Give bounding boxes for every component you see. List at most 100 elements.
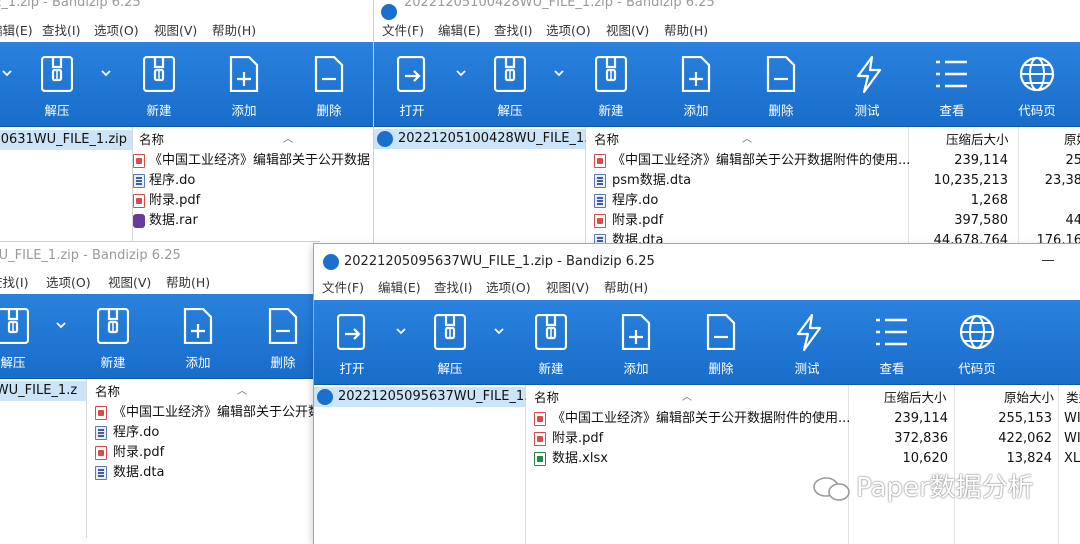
menu-find[interactable]: 查找(I) xyxy=(42,19,80,43)
menu-edit[interactable]: 编辑(E) xyxy=(378,276,421,300)
menu-view[interactable]: 视图(V) xyxy=(108,271,151,295)
open-button[interactable]: 打开 xyxy=(317,300,387,384)
delete-button[interactable]: 删除 xyxy=(746,42,816,126)
table-row[interactable]: 数据.xlsx 10,620 13,824 XL xyxy=(526,449,1080,469)
chevron-down-icon[interactable] xyxy=(56,322,66,329)
menu-options[interactable]: 选项(O) xyxy=(46,271,91,295)
test-button[interactable]: 测试 xyxy=(772,300,842,384)
menu-file[interactable]: 文件(F) xyxy=(322,276,364,300)
tree-archive-root[interactable]: 20221205095637WU_FILE_1.zip xyxy=(314,387,547,407)
menu-edit[interactable]: 编辑(E) xyxy=(0,19,33,43)
chevron-down-icon[interactable] xyxy=(101,70,111,77)
new-button[interactable]: 新建 xyxy=(516,300,586,384)
do-file-icon xyxy=(95,426,107,440)
file-name: 程序.do xyxy=(612,193,659,208)
column-packed-header[interactable]: 压缩后大小 xyxy=(946,129,1009,151)
menu-help[interactable]: 帮助(H) xyxy=(212,19,256,43)
list-item[interactable]: 程序.do xyxy=(133,171,380,191)
file-name: 数据.rar xyxy=(149,213,198,228)
add-button[interactable]: 添加 xyxy=(661,42,731,126)
menu-find[interactable]: 查找(I) xyxy=(434,276,472,300)
column-name-header[interactable]: 名称 xyxy=(534,387,559,409)
view-button[interactable]: 查看 xyxy=(917,42,987,126)
codepage-button[interactable]: 代码页 xyxy=(942,300,1012,384)
list-item[interactable]: 《中国工业经济》编辑部关于公开数据 xyxy=(87,403,320,423)
do-file-icon xyxy=(594,194,606,208)
lightning-icon xyxy=(856,56,882,94)
codepage-button[interactable]: 代码页 xyxy=(1002,42,1072,126)
menu-options[interactable]: 选项(O) xyxy=(546,19,591,43)
menu-options[interactable]: 选项(O) xyxy=(486,276,531,300)
list-item[interactable]: 附录.pdf xyxy=(87,443,320,463)
column-name-header[interactable]: 名称 xyxy=(594,129,619,151)
column-name-header[interactable]: 名称 xyxy=(95,381,120,403)
new-button[interactable]: 新建 xyxy=(78,294,148,378)
menu-bar: 文件(F) 编辑(E) 查找(I) 选项(O) 视图(V) 帮助(H) xyxy=(374,19,1080,43)
tree-root-label: 20221205095643WU_FILE_1.z xyxy=(0,383,78,398)
add-button[interactable]: 添加 xyxy=(163,294,233,378)
menu-view[interactable]: 视图(V) xyxy=(154,19,197,43)
list-item[interactable]: 数据.dta xyxy=(87,463,320,483)
chevron-down-icon[interactable] xyxy=(494,328,504,335)
new-button[interactable]: 新建 xyxy=(124,42,194,126)
view-button[interactable]: 查看 xyxy=(857,300,927,384)
original-size: 255,153 xyxy=(998,411,1052,426)
menu-help[interactable]: 帮助(H) xyxy=(664,19,708,43)
chevron-down-icon[interactable] xyxy=(2,70,12,77)
list-item[interactable]: 附录.pdf xyxy=(133,191,380,211)
extract-button[interactable]: 解压 xyxy=(22,42,92,126)
add-button[interactable]: 添加 xyxy=(601,300,671,384)
chevron-down-icon[interactable] xyxy=(396,328,406,335)
new-label: 新建 xyxy=(598,103,624,118)
tree-archive-root[interactable]: 20221205095643WU_FILE_1.z xyxy=(0,381,86,401)
column-name-header[interactable]: 名称 xyxy=(139,129,164,151)
extract-label: 解压 xyxy=(437,361,463,376)
file-name: 程序.do xyxy=(149,173,196,188)
table-row[interactable]: 《中国工业经济》编辑部关于公开数据附件的使用... 239,114 25 xyxy=(586,151,1080,171)
table-row[interactable]: 《中国工业经济》编辑部关于公开数据附件的使用... 239,114 255,15… xyxy=(526,409,1080,429)
tree-archive-root[interactable]: 20221205100428WU_FILE_1.zip xyxy=(374,129,607,149)
column-original-header[interactable]: 原始 xyxy=(1064,129,1080,151)
table-row[interactable]: 附录.pdf 372,836 422,062 WI xyxy=(526,429,1080,449)
menu-view[interactable]: 视图(V) xyxy=(606,19,649,43)
menu-view[interactable]: 视图(V) xyxy=(546,276,589,300)
tree-root-label: 20221205100631WU_FILE_1.zip xyxy=(0,132,128,147)
add-label: 添加 xyxy=(623,361,649,376)
menu-help[interactable]: 帮助(H) xyxy=(166,271,210,295)
extract-button[interactable]: 解压 xyxy=(475,42,545,126)
bandizip-app-icon xyxy=(381,4,397,20)
minimize-button[interactable] xyxy=(1042,260,1054,261)
test-button[interactable]: 测试 xyxy=(832,42,902,126)
chevron-down-icon[interactable] xyxy=(456,70,466,77)
add-button[interactable]: 添加 xyxy=(209,42,279,126)
open-button[interactable]: 打开 xyxy=(377,42,447,126)
table-row[interactable]: psm数据.dta 10,235,213 23,38 xyxy=(586,171,1080,191)
extract-button[interactable]: 解压 xyxy=(0,294,48,378)
menu-options[interactable]: 选项(O) xyxy=(94,19,139,43)
new-label: 新建 xyxy=(146,103,172,118)
column-original-header[interactable]: 原始大小 xyxy=(1004,387,1054,409)
column-type-header[interactable]: 类型 xyxy=(1066,387,1080,409)
table-row[interactable]: 程序.do 1,268 xyxy=(586,191,1080,211)
delete-button[interactable]: 删除 xyxy=(294,42,364,126)
delete-button[interactable]: 删除 xyxy=(248,294,318,378)
chevron-down-icon[interactable] xyxy=(554,70,564,77)
menu-help[interactable]: 帮助(H) xyxy=(604,276,648,300)
new-button[interactable]: 新建 xyxy=(576,42,646,126)
extract-button[interactable]: 解压 xyxy=(415,300,485,384)
list-item[interactable]: 《中国工业经济》编辑部关于公开数据 xyxy=(133,151,380,171)
menu-edit[interactable]: 编辑(E) xyxy=(438,19,481,43)
menu-find[interactable]: 查找(I) xyxy=(494,19,532,43)
menu-find[interactable]: 查找(I) xyxy=(0,271,28,295)
pdf-file-icon xyxy=(133,154,145,168)
original-size: 25 xyxy=(1065,153,1080,168)
list-item[interactable]: 程序.do xyxy=(87,423,320,443)
menu-file[interactable]: 文件(F) xyxy=(382,19,424,43)
column-packed-header[interactable]: 压缩后大小 xyxy=(884,387,947,409)
table-row[interactable]: 附录.pdf 397,580 44 xyxy=(586,211,1080,231)
tree-root-label: 20221205095637WU_FILE_1.zip xyxy=(338,389,548,404)
delete-file-icon xyxy=(268,308,298,344)
delete-button[interactable]: 删除 xyxy=(686,300,756,384)
list-item[interactable]: 数据.rar xyxy=(133,211,380,231)
tree-archive-root[interactable]: 20221205100631WU_FILE_1.zip xyxy=(0,130,132,150)
